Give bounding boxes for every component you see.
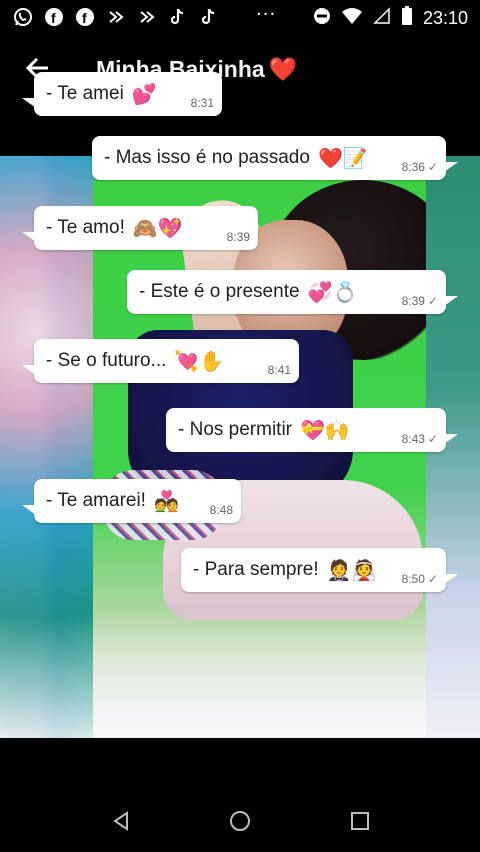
message-emoji: ❤️📝 <box>317 146 368 170</box>
message-time: 8:41 <box>268 363 291 377</box>
message-text: - Este é o presente <box>139 281 300 302</box>
message-emoji: 💕 <box>131 82 157 106</box>
message-emoji: 🙈💖 <box>132 216 183 240</box>
sent-check-icon: ✓ <box>427 294 438 308</box>
system-navigation-bar <box>0 738 480 852</box>
message-bubble[interactable]: - Te amei 💕 8:31 <box>22 72 222 116</box>
message-time-value: 8:41 <box>267 363 291 377</box>
message-time-value: 8:50 <box>401 572 425 586</box>
message-bubble[interactable]: - Nos permitir 💝🙌 8:43 ✓ <box>166 408 458 452</box>
message-bubble[interactable]: - Se o futuro... 💘✋ 8:41 <box>22 339 299 383</box>
message-emoji: 💑 <box>153 489 179 513</box>
message-time-value: 8:39 <box>226 230 250 244</box>
message-time: 8:48 <box>210 503 233 517</box>
sent-check-icon: ✓ <box>427 160 438 174</box>
home-circle-icon[interactable] <box>229 810 251 832</box>
message-text: - Nos permitir <box>178 419 293 440</box>
message-time-value: 8:43 <box>401 432 425 446</box>
message-time: 8:31 <box>191 96 214 110</box>
message-text: - Te amo! <box>46 217 125 238</box>
message-time: 8:39 <box>227 230 250 244</box>
message-emoji: 💘✋ <box>174 349 225 373</box>
message-bubble[interactable]: - Te amo! 🙈💖 8:39 <box>22 206 258 250</box>
message-emoji: 🤵👰 <box>326 558 377 582</box>
message-time: 8:50 ✓ <box>402 572 438 586</box>
message-time-value: 8:48 <box>209 503 233 517</box>
recents-square-icon[interactable] <box>349 810 371 832</box>
sent-check-icon: ✓ <box>427 432 438 446</box>
message-bubble[interactable]: - Para sempre! 🤵👰 8:50 ✓ <box>181 548 458 592</box>
message-bubble[interactable]: - Este é o presente 💞💍 8:39 ✓ <box>127 270 458 314</box>
message-list: - Te amei 💕 8:31 - Mas isso é no passado… <box>0 0 480 852</box>
message-time-value: 8:39 <box>401 294 425 308</box>
message-bubble[interactable]: - Te amarei! 💑 8:48 <box>22 479 241 523</box>
message-time: 8:39 ✓ <box>402 294 438 308</box>
message-time-value: 8:36 <box>401 160 425 174</box>
message-time: 8:36 ✓ <box>402 160 438 174</box>
message-text: - Se o futuro... <box>46 350 167 371</box>
message-text: - Te amei <box>46 83 124 104</box>
sent-check-icon: ✓ <box>427 572 438 586</box>
message-time: 8:43 ✓ <box>402 432 438 446</box>
message-bubble[interactable]: - Mas isso é no passado ❤️📝 8:36 ✓ <box>92 136 458 180</box>
message-time-value: 8:31 <box>190 96 214 110</box>
message-text: - Te amarei! <box>46 490 146 511</box>
message-emoji: 💝🙌 <box>300 418 350 442</box>
back-triangle-icon[interactable] <box>110 810 132 832</box>
message-emoji: 💞💍 <box>307 280 358 304</box>
message-text: - Mas isso é no passado <box>104 147 310 168</box>
message-text: - Para sempre! <box>193 559 319 580</box>
